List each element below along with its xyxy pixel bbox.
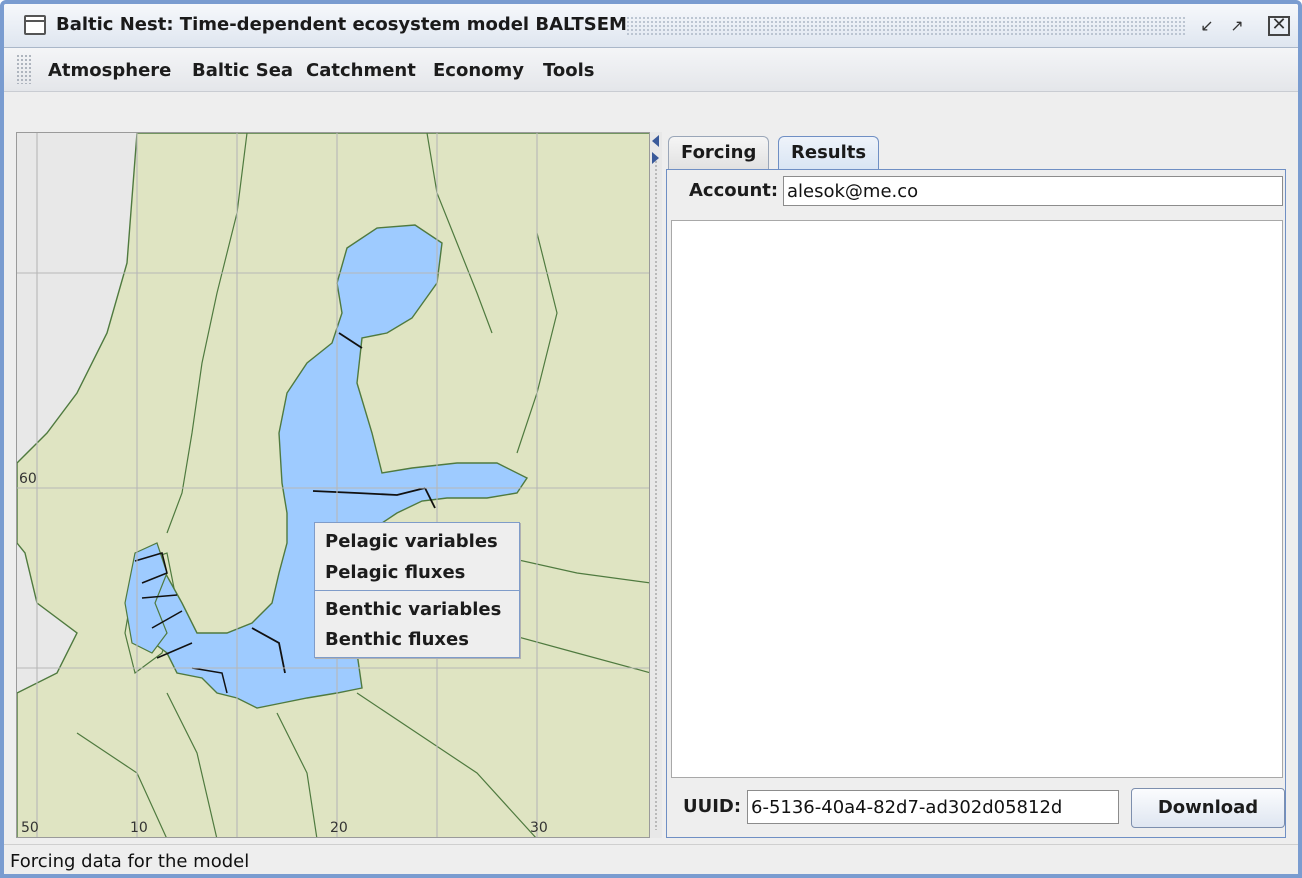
title-grip [626,16,1186,36]
menu-bar: Atmosphere Baltic Sea Catchment Economy … [4,48,1298,92]
menu-tools[interactable]: Tools [543,60,595,81]
download-button[interactable]: Download [1131,788,1285,828]
map-panel[interactable]: 60 50 10 20 30 [16,132,650,838]
minimize-icon[interactable]: ↙ [1196,16,1218,36]
lon-label-50: 50 [21,820,39,836]
menu-catchment[interactable]: Catchment [306,60,416,81]
title-bar[interactable]: Baltic Nest: Time-dependent ecosystem mo… [4,4,1298,48]
uuid-label: UUID: [683,796,742,817]
status-bar: Forcing data for the model [4,844,1298,874]
tab-results[interactable]: Results [778,136,880,171]
toolbar-strip [4,92,1298,130]
results-list[interactable] [671,220,1283,778]
uuid-field[interactable] [747,790,1119,824]
results-panel: Forcing Results Account: UUID: Download [664,132,1298,838]
window-title: Baltic Nest: Time-dependent ecosystem mo… [56,14,627,35]
main-window: Baltic Nest: Time-dependent ecosystem mo… [0,0,1302,878]
split-divider[interactable] [650,132,662,838]
account-field[interactable] [783,176,1283,206]
menu-item-pelagic-variables[interactable]: Pelagic variables [325,531,498,552]
status-text: Forcing data for the model [10,851,250,872]
menu-grip [16,54,32,84]
close-icon[interactable]: ✕ [1268,16,1290,36]
results-tab-content: Account: UUID: Download [666,169,1286,838]
menu-item-benthic-fluxes[interactable]: Benthic fluxes [325,629,469,650]
lon-label-20: 20 [330,820,348,836]
menu-economy[interactable]: Economy [433,60,524,81]
lat-label-60: 60 [19,471,37,487]
maximize-icon[interactable]: ↗ [1226,16,1248,36]
collapse-left-icon[interactable] [652,135,659,147]
baltic-map[interactable]: 60 50 10 20 30 [17,133,650,838]
lon-label-10: 10 [130,820,148,836]
window-icon [24,15,46,35]
menu-item-benthic-variables[interactable]: Benthic variables [325,599,501,620]
menu-baltic-sea[interactable]: Baltic Sea [192,60,293,81]
account-label: Account: [689,180,779,201]
divider-grip [654,160,658,830]
menu-item-pelagic-fluxes[interactable]: Pelagic fluxes [325,562,465,583]
menu-separator [315,590,519,591]
lon-label-30: 30 [530,820,548,836]
menu-atmosphere[interactable]: Atmosphere [48,60,171,81]
context-menu: Pelagic variables Pelagic fluxes Benthic… [314,522,520,658]
tab-forcing[interactable]: Forcing [668,136,770,170]
